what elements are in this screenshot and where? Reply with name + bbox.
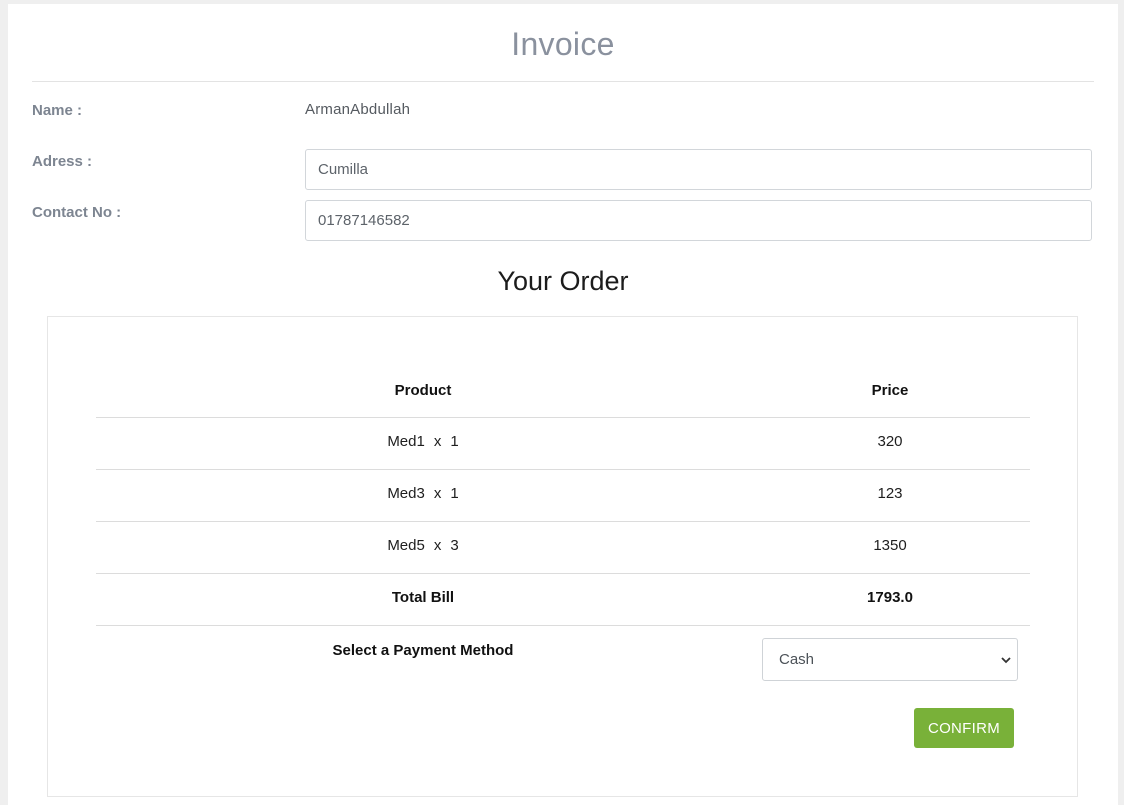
- payment-method-value: Cash: [779, 651, 815, 668]
- address-field[interactable]: [305, 149, 1092, 190]
- price-column-header: Price: [871, 382, 909, 399]
- total-value: 1793.0: [867, 589, 913, 606]
- title-divider: [32, 81, 1094, 82]
- name-value: ArmanAbdullah: [305, 101, 411, 118]
- product-cell: Med5 x 3: [96, 522, 750, 570]
- product-quantity: 1: [450, 485, 459, 502]
- product-quantity: 1: [450, 433, 459, 450]
- quantity-separator: x: [433, 537, 442, 554]
- chevron-down-icon: [1001, 657, 1011, 664]
- product-name: Med3: [387, 485, 425, 502]
- total-row: Total Bill 1793.0: [96, 574, 1030, 626]
- confirm-button[interactable]: CONFIRM: [914, 708, 1014, 748]
- product-quantity: 3: [450, 537, 459, 554]
- contact-field[interactable]: [305, 200, 1092, 241]
- product-column-header: Product: [394, 382, 452, 399]
- quantity-separator: x: [433, 433, 442, 450]
- page-title: Invoice: [511, 26, 615, 62]
- name-label: Name :: [32, 102, 83, 119]
- payment-row: Select a Payment Method Cash: [96, 626, 1030, 716]
- product-cell: Med1 x 1: [96, 418, 750, 466]
- table-row: Med1 x 1 320: [96, 418, 1030, 470]
- address-label: Adress :: [32, 153, 93, 170]
- invoice-page: Invoice Name : ArmanAbdullah Adress : Co…: [8, 4, 1118, 805]
- table-row: Med3 x 1 123: [96, 470, 1030, 522]
- payment-method-select[interactable]: Cash: [762, 638, 1018, 681]
- price-cell: 320: [877, 433, 903, 450]
- table-row: Med5 x 3 1350: [96, 522, 1030, 574]
- quantity-separator: x: [433, 485, 442, 502]
- order-table: Product Price Med1 x 1 320 Med3 x 1 123 Med5…: [96, 365, 1030, 716]
- product-name: Med5: [387, 537, 425, 554]
- order-panel: Product Price Med1 x 1 320 Med3 x 1 123 Med5…: [47, 316, 1078, 797]
- table-header-row: Product Price: [96, 365, 1030, 418]
- contact-label: Contact No :: [32, 204, 122, 221]
- order-heading: Your Order: [497, 266, 629, 296]
- payment-method-label: Select a Payment Method: [332, 642, 514, 659]
- price-cell: 1350: [873, 537, 907, 554]
- product-name: Med1: [387, 433, 425, 450]
- product-cell: Med3 x 1: [96, 470, 750, 518]
- price-cell: 123: [877, 485, 903, 502]
- total-label: Total Bill: [391, 589, 455, 606]
